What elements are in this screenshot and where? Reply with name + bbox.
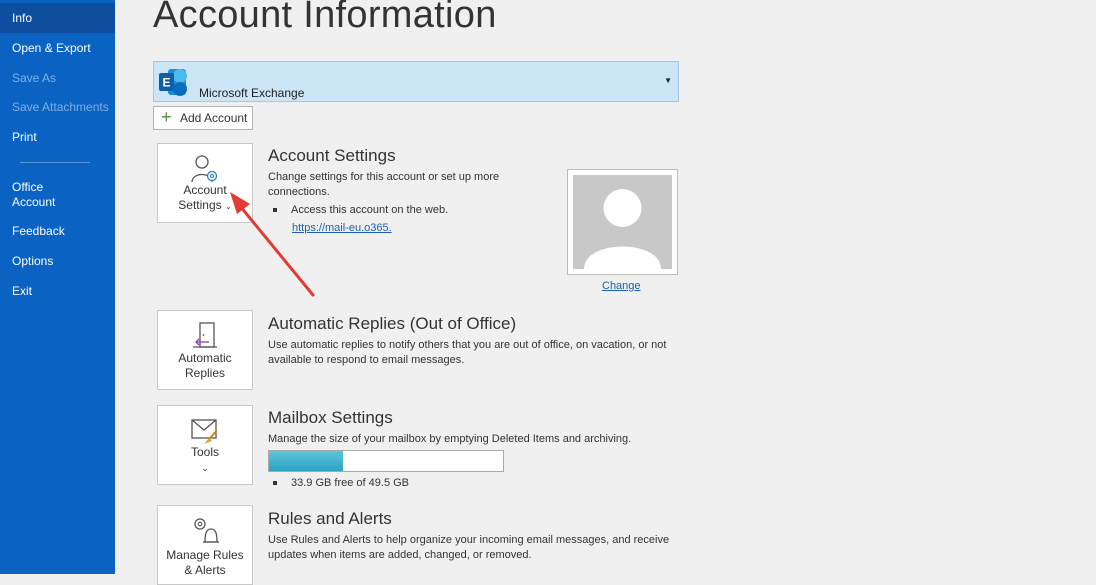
- manage-rules-alerts-button[interactable]: Manage Rules & Alerts: [157, 505, 253, 585]
- automatic-replies-tile-label-line2: Replies: [184, 366, 226, 380]
- rules-alerts-title: Rules and Alerts: [268, 509, 392, 528]
- automatic-replies-title: Automatic Replies (Out of Office): [268, 314, 517, 333]
- account-settings-tile-label-line2: Settings: [178, 198, 222, 212]
- nav-save-attachments-label: Save Attachments: [12, 100, 109, 114]
- plus-icon: +: [161, 107, 172, 127]
- mailbox-settings-desc: Manage the size of your mailbox by empty…: [268, 433, 632, 445]
- account-settings-button[interactable]: Account Settings ⌄: [157, 143, 253, 223]
- nav-open-export[interactable]: Open & Export: [0, 41, 115, 56]
- nav-office-account[interactable]: Office Account: [0, 180, 70, 210]
- mailbox-usage-bar: [268, 450, 504, 472]
- add-account-button[interactable]: + Add Account: [153, 106, 253, 130]
- nav-divider: [20, 162, 90, 163]
- automatic-replies-tile-label: Automatic Replies: [158, 351, 252, 381]
- mailbox-settings-title: Mailbox Settings: [268, 408, 393, 427]
- automatic-replies-button[interactable]: Automatic Replies: [157, 310, 253, 390]
- nav-office-account-label: Office Account: [12, 180, 56, 209]
- mailbox-usage-fill: [269, 451, 343, 471]
- nav-save-as-label: Save As: [12, 71, 57, 85]
- nav-print[interactable]: Print: [0, 130, 115, 145]
- automatic-replies-desc: Use automatic replies to notify others t…: [268, 339, 667, 366]
- manage-rules-tile-label-line1: Manage Rules: [166, 548, 244, 562]
- chevron-down-icon: ⌄: [201, 463, 209, 473]
- nav-open-export-label: Open & Export: [12, 41, 91, 55]
- nav-options-label: Options: [12, 254, 54, 268]
- chevron-down-icon: ⌄: [225, 202, 232, 211]
- account-selector-value: Microsoft Exchange: [199, 86, 305, 100]
- nav-options[interactable]: Options: [0, 254, 115, 269]
- automatic-replies-tile-label-line1: Automatic: [178, 351, 232, 365]
- account-settings-tile-label: Account Settings ⌄: [158, 183, 252, 214]
- change-photo-link[interactable]: Change: [602, 280, 641, 292]
- rules-bell-icon: [158, 514, 252, 551]
- owa-link[interactable]: https://mail-eu.o365.: [292, 222, 392, 234]
- nav-feedback-label: Feedback: [12, 224, 65, 238]
- svg-text:E: E: [162, 76, 170, 90]
- tools-button[interactable]: Tools ⌄: [157, 405, 253, 485]
- nav-feedback[interactable]: Feedback: [0, 224, 115, 239]
- tools-tile-label-text: Tools: [190, 445, 219, 459]
- account-settings-bullet: Access this account on the web.: [273, 204, 448, 216]
- mailbox-free-space: 33.9 GB free of 49.5 GB: [273, 477, 409, 489]
- account-settings-title: Account Settings: [268, 146, 396, 165]
- nav-info-label: Info: [12, 11, 33, 25]
- nav-exit[interactable]: Exit: [0, 284, 115, 299]
- manage-rules-tile-label-line2: & Alerts: [184, 563, 226, 577]
- account-settings-bullet-text: Access this account on the web.: [291, 204, 449, 216]
- add-account-label: Add Account: [180, 111, 248, 125]
- mailbox-free-space-text: 33.9 GB free of 49.5 GB: [291, 477, 410, 489]
- nav-print-label: Print: [12, 130, 37, 144]
- nav-save-as[interactable]: Save As: [0, 71, 115, 86]
- account-settings-tile-label-line1: Account: [183, 183, 227, 197]
- tools-tile-label: Tools ⌄: [158, 445, 252, 476]
- profile-picture: [573, 175, 672, 269]
- bullet-icon: [273, 481, 277, 486]
- page-title: Account Information: [153, 0, 497, 36]
- profile-picture-frame: [567, 169, 678, 275]
- chevron-down-icon: ▼: [664, 76, 672, 85]
- account-settings-desc: Change settings for this account or set …: [268, 171, 500, 198]
- nav-info[interactable]: Info: [0, 3, 115, 33]
- bullet-icon: [273, 208, 277, 213]
- nav-save-attachments[interactable]: Save Attachments: [0, 100, 115, 115]
- backstage-sidebar: Info Open & Export Save As Save Attachme…: [0, 0, 115, 574]
- account-selector[interactable]: E Microsoft Exchange ▼: [153, 61, 679, 102]
- main-content: Account Information E Microsoft Exchange…: [115, 0, 1096, 585]
- nav-exit-label: Exit: [12, 284, 33, 298]
- rules-alerts-desc: Use Rules and Alerts to help organize yo…: [268, 534, 670, 561]
- exchange-icon: E: [158, 67, 188, 102]
